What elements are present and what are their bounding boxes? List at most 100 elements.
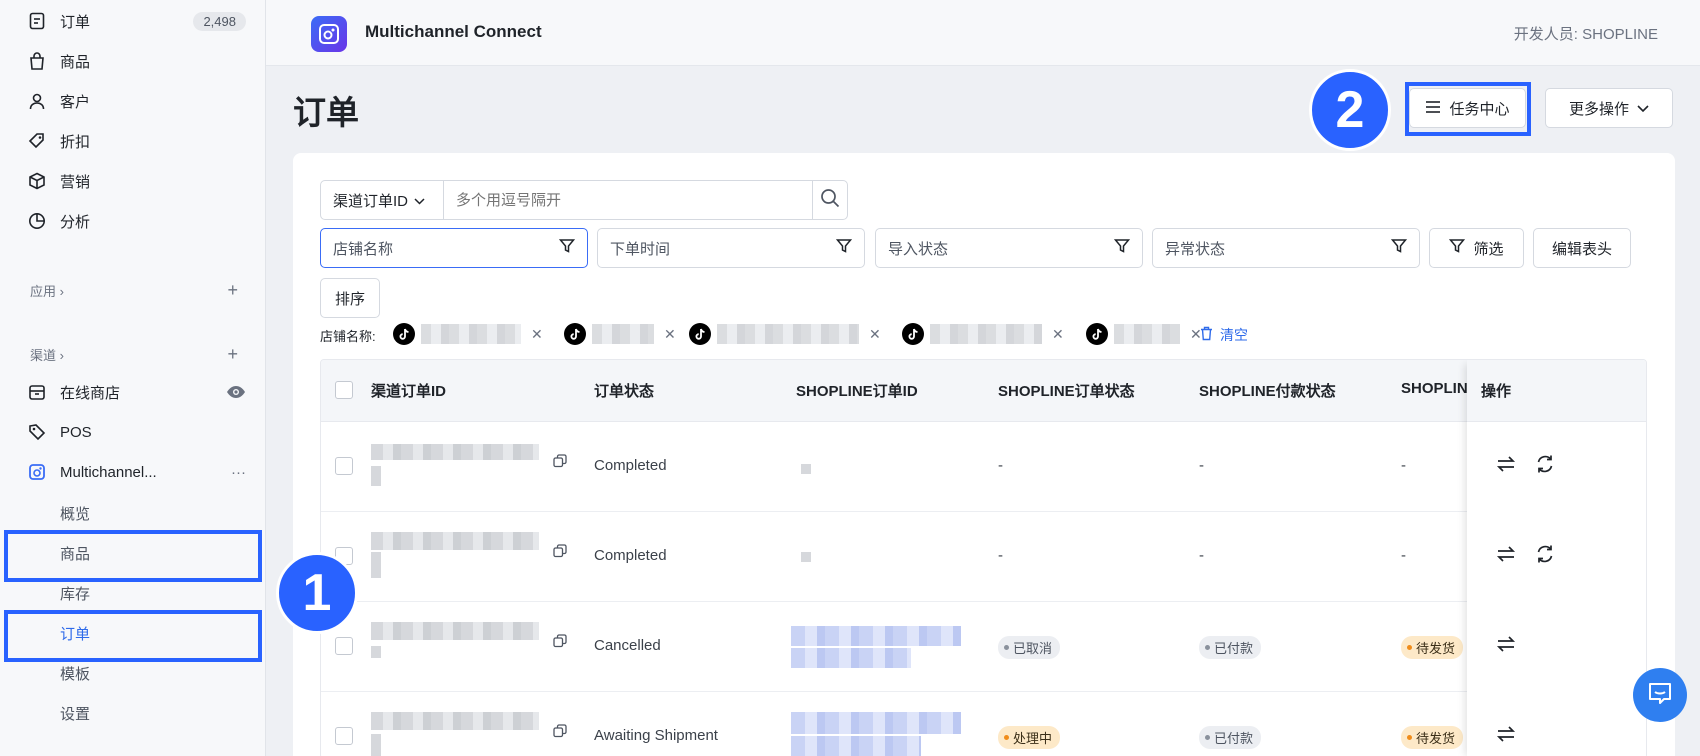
column-header[interactable]: 渠道订单ID (371, 380, 446, 401)
channels-section-header[interactable]: 渠道 › + (30, 344, 238, 365)
column-header[interactable]: 订单状态 (594, 380, 654, 401)
more-actions-button[interactable]: 更多操作 (1545, 88, 1673, 128)
refresh-icon[interactable] (1535, 454, 1555, 478)
chevron-down-icon (1637, 100, 1649, 117)
redacted-shopline-id (801, 552, 811, 562)
import-status-filter[interactable]: 导入状态 (875, 228, 1143, 268)
store-chip[interactable]: ✕ (689, 321, 881, 347)
sidebar-subitem-settings[interactable]: 设置 (60, 693, 90, 733)
copy-icon[interactable] (553, 454, 567, 472)
row-checkbox[interactable] (335, 637, 353, 655)
column-header[interactable]: SHOPLINE订单状态 (998, 380, 1135, 401)
redacted-shopline-id-link[interactable] (791, 648, 911, 668)
shopline-payment-status: - (1199, 547, 1204, 564)
redacted-order-id (371, 646, 381, 658)
copy-icon[interactable] (553, 724, 567, 742)
add-app-icon[interactable]: + (227, 280, 238, 301)
sidebar-item-online-store[interactable]: 在线商店 (28, 372, 246, 412)
app-logo-icon (311, 16, 347, 52)
pie-icon (28, 212, 46, 230)
status-badge-label: 已付款 (1214, 641, 1254, 656)
row-checkbox[interactable] (335, 457, 353, 475)
funnel-icon (558, 238, 576, 258)
sidebar: 订单 2,498 商品 客户 折扣 营销 分析 应用 › + 渠道 › + 在线… (0, 0, 266, 756)
select-all-checkbox[interactable] (335, 381, 353, 399)
tiktok-icon (393, 323, 415, 345)
redacted-order-id (371, 444, 539, 460)
filter-button[interactable]: 筛选 (1429, 228, 1524, 268)
column-header[interactable]: SHOPLINE订单ID (796, 380, 918, 401)
sidebar-item-orders[interactable]: 订单 2,498 (28, 1, 246, 41)
row-checkbox[interactable] (335, 727, 353, 745)
store-chip[interactable]: ✕ (902, 321, 1064, 347)
shopline-order-status: - (998, 547, 1003, 564)
eye-icon[interactable] (226, 385, 246, 399)
status-badge: 待发货 (1401, 726, 1464, 749)
highlight-task-center-box (1405, 82, 1531, 136)
store-chip[interactable]: ✕ (1086, 321, 1202, 347)
sync-arrows-icon[interactable] (1496, 545, 1516, 567)
status-badge-label: 已付款 (1214, 731, 1254, 746)
person-icon (28, 92, 46, 110)
redacted-shopline-id-link[interactable] (791, 712, 961, 734)
refresh-icon[interactable] (1535, 544, 1555, 568)
sync-arrows-icon[interactable] (1496, 455, 1516, 477)
order-time-filter[interactable]: 下单时间 (597, 228, 865, 268)
copy-icon[interactable] (553, 544, 567, 562)
chat-support-button[interactable] (1633, 668, 1687, 722)
column-header[interactable]: SHOPLINE付款状态 (1199, 380, 1336, 401)
search-field-select[interactable]: 渠道订单ID (320, 180, 444, 220)
table-row[interactable]: Completed - - - (321, 422, 1646, 512)
add-channel-icon[interactable]: + (227, 344, 238, 365)
sidebar-item-customers[interactable]: 客户 (28, 81, 246, 121)
copy-icon[interactable] (553, 634, 567, 652)
redacted-store-name (592, 324, 654, 344)
apps-section-label: 应用 › (30, 284, 64, 299)
close-icon[interactable]: ✕ (531, 326, 543, 343)
exception-status-filter-label: 异常状态 (1165, 240, 1226, 258)
close-icon[interactable]: ✕ (664, 326, 676, 343)
tiktok-icon (564, 323, 586, 345)
search-input[interactable] (443, 180, 813, 220)
more-options-icon[interactable]: ··· (231, 464, 246, 481)
status-badge-label: 处理中 (1013, 731, 1053, 746)
column-header[interactable]: SHOPLIN (1401, 380, 1468, 397)
orders-count-badge: 2,498 (193, 11, 246, 31)
exception-status-filter[interactable]: 异常状态 (1152, 228, 1420, 268)
search-button[interactable] (812, 180, 848, 220)
order-time-filter-label: 下单时间 (610, 240, 671, 258)
channels-section-label: 渠道 › (30, 348, 64, 363)
sidebar-item-label: Multichannel... (60, 463, 157, 481)
sidebar-item-label: 分析 (60, 213, 91, 231)
sidebar-item-multichannel[interactable]: Multichannel... ··· (28, 452, 246, 492)
apps-section-header[interactable]: 应用 › + (30, 280, 238, 301)
redacted-shopline-id-link[interactable] (791, 736, 921, 756)
search-icon (820, 188, 840, 212)
close-icon[interactable]: ✕ (1052, 326, 1064, 343)
status-badge-label: 待发货 (1416, 641, 1456, 656)
redacted-shopline-id-link[interactable] (791, 626, 961, 646)
sidebar-item-marketing[interactable]: 营销 (28, 161, 246, 201)
sidebar-item-analytics[interactable]: 分析 (28, 201, 246, 241)
sidebar-item-label: POS (60, 423, 92, 441)
store-chip[interactable]: ✕ (564, 321, 676, 347)
pos-tag-icon (28, 423, 46, 441)
edit-header-button[interactable]: 编辑表头 (1533, 228, 1631, 268)
table-row[interactable]: Cancelled 已取消 已付款 待发货 (321, 602, 1646, 692)
store-name-filter[interactable]: 店铺名称 (320, 228, 588, 268)
funnel-icon (1390, 238, 1408, 258)
table-row[interactable]: Completed - - - (321, 512, 1646, 602)
sidebar-item-pos[interactable]: POS (28, 412, 246, 452)
close-icon[interactable]: ✕ (869, 326, 881, 343)
order-status: Awaiting Shipment (594, 727, 718, 744)
sync-arrows-icon[interactable] (1496, 635, 1516, 657)
sidebar-item-products[interactable]: 商品 (28, 41, 246, 81)
sidebar-item-discounts[interactable]: 折扣 (28, 121, 246, 161)
table-row[interactable]: Awaiting Shipment 处理中 已付款 待发货 (321, 692, 1646, 756)
sidebar-subitem-overview[interactable]: 概览 (60, 493, 90, 533)
sync-arrows-icon[interactable] (1496, 725, 1516, 747)
store-icon (28, 383, 46, 401)
clear-filters-link[interactable]: 清空 (1200, 325, 1248, 345)
sort-button[interactable]: 排序 (320, 278, 380, 318)
store-chip[interactable]: ✕ (393, 321, 543, 347)
